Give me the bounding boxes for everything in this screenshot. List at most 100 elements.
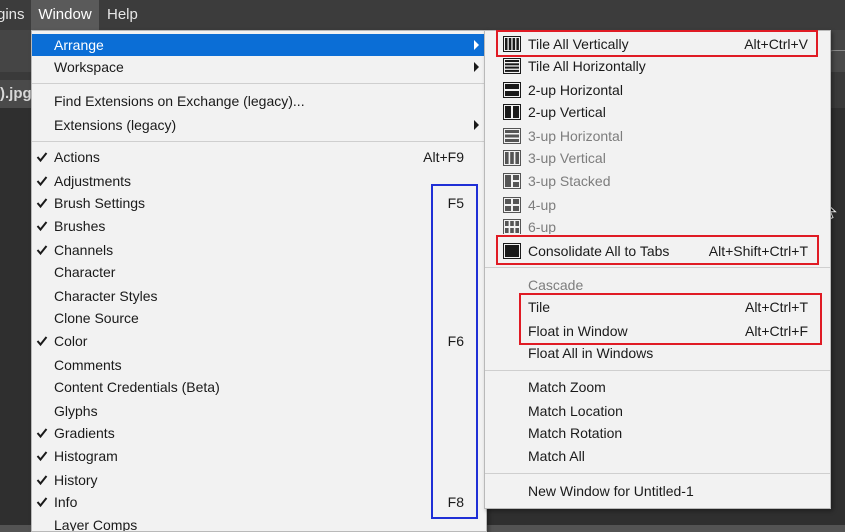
menu-item-label: Brush Settings <box>54 195 146 211</box>
menu-separator <box>32 141 486 142</box>
document-tab[interactable]: ).jpg <box>0 80 32 108</box>
menu-item-label: 6-up <box>528 219 557 234</box>
red-annotation-box-tile-all-vertically <box>496 30 818 57</box>
menu-item-label: Color <box>54 333 88 349</box>
menu-item-label: Match Location <box>528 403 623 419</box>
menu-item-label: 4-up <box>528 197 557 213</box>
menu-item-glyphs[interactable]: Glyphs <box>32 400 486 422</box>
menu-item-3up-horizontal[interactable]: 3-up Horizontal <box>485 125 830 147</box>
menu-window[interactable]: Window <box>31 0 99 30</box>
menu-item-color[interactable]: Color F6 <box>32 330 486 352</box>
six-up-icon <box>503 219 521 234</box>
menu-item-new-window[interactable]: New Window for Untitled-1 <box>485 480 830 502</box>
menu-item-label: Match All <box>528 448 585 464</box>
menu-help[interactable]: Help <box>107 0 147 30</box>
menu-item-arrange[interactable]: Arrange <box>32 34 486 56</box>
four-up-icon <box>503 197 521 213</box>
menu-item-label: Character <box>54 264 116 280</box>
menu-item-label: Histogram <box>54 448 118 464</box>
menu-item-match-all[interactable]: Match All <box>485 445 830 467</box>
menu-item-match-rotation[interactable]: Match Rotation <box>485 422 830 444</box>
menu-item-extensions-legacy[interactable]: Extensions (legacy) <box>32 114 486 136</box>
document-tab-label: ).jpg <box>0 85 32 102</box>
menu-item-shortcut: Alt+F9 <box>423 149 464 165</box>
submenu-arrow-icon <box>474 40 479 50</box>
menu-item-label: Brushes <box>54 218 106 234</box>
menu-item-label: Arrange <box>54 37 104 53</box>
menu-item-label: 2-up Horizontal <box>528 82 623 98</box>
menu-item-find-extensions[interactable]: Find Extensions on Exchange (legacy)... <box>32 90 486 112</box>
menu-item-label: Workspace <box>54 59 124 75</box>
menu-item-label: 2-up Vertical <box>528 104 606 120</box>
menu-item-label: Adjustments <box>54 173 132 189</box>
menu-item-tile-all-horizontally[interactable]: Tile All Horizontally <box>485 55 830 77</box>
menu-item-info[interactable]: Info F8 <box>32 491 486 513</box>
menu-item-channels[interactable]: Channels <box>32 239 486 261</box>
menu-item-label: 3-up Vertical <box>528 150 606 166</box>
menu-item-label: 3-up Stacked <box>528 173 611 189</box>
checkmark-icon <box>36 475 48 486</box>
checkmark-icon <box>36 152 48 163</box>
menu-separator <box>32 83 486 84</box>
checkmark-icon <box>36 198 48 209</box>
menu-separator <box>485 370 830 371</box>
menu-item-layer-comps[interactable]: Layer Comps <box>32 514 486 532</box>
submenu-arrow-icon <box>474 62 479 72</box>
menu-item-6up[interactable]: 6-up <box>485 216 830 234</box>
menu-item-label: Gradients <box>54 425 115 441</box>
menu-item-label: Character Styles <box>54 288 158 304</box>
menu-item-character-styles[interactable]: Character Styles <box>32 285 486 307</box>
menu-item-actions[interactable]: Actions Alt+F9 <box>32 146 486 168</box>
tile-horizontal-icon <box>503 58 521 74</box>
menu-item-gradients[interactable]: Gradients <box>32 422 486 444</box>
menu-plugins[interactable]: gins <box>0 0 28 30</box>
checkmark-icon <box>36 428 48 439</box>
blue-annotation-box <box>431 184 478 519</box>
menu-item-label: Clone Source <box>54 310 139 326</box>
menu-item-label: Layer Comps <box>54 517 138 532</box>
menu-item-clone-source[interactable]: Clone Source <box>32 307 486 329</box>
three-up-vertical-icon <box>503 150 521 166</box>
menu-item-label: Info <box>54 494 78 510</box>
checkmark-icon <box>36 336 48 347</box>
menu-bar: gins Window Help <box>0 0 845 30</box>
red-annotation-box-tile-float <box>519 293 822 345</box>
menu-item-label: Float All in Windows <box>528 345 654 361</box>
red-annotation-box-consolidate <box>496 235 819 265</box>
menu-item-label: Extensions (legacy) <box>54 117 177 133</box>
arrange-submenu: Tile All Vertically Alt+Ctrl+V Tile All … <box>484 30 831 509</box>
menu-window-label: Window <box>38 6 92 23</box>
menu-item-float-all-in-windows[interactable]: Float All in Windows <box>485 342 830 364</box>
menu-item-match-zoom[interactable]: Match Zoom <box>485 376 830 398</box>
menu-item-4up[interactable]: 4-up <box>485 194 830 216</box>
menu-item-2up-vertical[interactable]: 2-up Vertical <box>485 101 830 123</box>
menu-item-label: Channels <box>54 242 114 258</box>
menu-help-label: Help <box>107 6 138 23</box>
checkmark-icon <box>36 176 48 187</box>
menu-item-match-location[interactable]: Match Location <box>485 400 830 422</box>
checkmark-icon <box>36 221 48 232</box>
menu-item-label: History <box>54 472 98 488</box>
checkmark-icon <box>36 497 48 508</box>
menu-item-label: Glyphs <box>54 403 98 419</box>
menu-item-label: Content Credentials (Beta) <box>54 379 220 395</box>
menu-item-history[interactable]: History <box>32 469 486 491</box>
menu-item-label: Match Rotation <box>528 425 623 441</box>
window-menu: Arrange Workspace Find Extensions on Exc… <box>31 30 487 532</box>
menu-item-adjustments[interactable]: Adjustments <box>32 170 486 192</box>
menu-item-3up-vertical[interactable]: 3-up Vertical <box>485 147 830 169</box>
menu-item-label: 3-up Horizontal <box>528 128 623 144</box>
menu-item-brush-settings[interactable]: Brush Settings F5 <box>32 192 486 214</box>
menu-item-3up-stacked[interactable]: 3-up Stacked <box>485 170 830 192</box>
menu-item-comments[interactable]: Comments <box>32 354 486 376</box>
menu-item-content-credentials[interactable]: Content Credentials (Beta) <box>32 376 486 398</box>
menu-item-label: Match Zoom <box>528 379 606 395</box>
two-up-vertical-icon <box>503 104 521 120</box>
submenu-arrow-icon <box>474 120 479 130</box>
menu-item-workspace[interactable]: Workspace <box>32 56 486 78</box>
menu-item-histogram[interactable]: Histogram <box>32 445 486 467</box>
three-up-stacked-icon <box>503 173 521 189</box>
menu-item-brushes[interactable]: Brushes <box>32 215 486 237</box>
menu-item-character[interactable]: Character <box>32 261 486 283</box>
menu-item-2up-horizontal[interactable]: 2-up Horizontal <box>485 79 830 101</box>
